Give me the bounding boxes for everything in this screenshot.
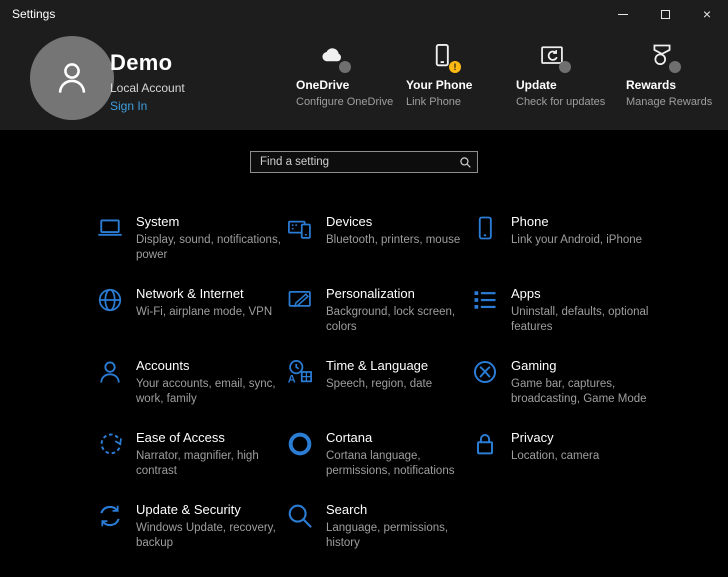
quicklink-rewards[interactable]: Rewards Manage Rewards xyxy=(626,42,728,108)
minimize-button[interactable] xyxy=(602,0,644,28)
close-button[interactable]: × xyxy=(686,0,728,28)
category-system[interactable]: System Display, sound, notifications, po… xyxy=(96,212,286,284)
window-controls: × xyxy=(602,0,728,28)
category-phone[interactable]: Phone Link your Android, iPhone xyxy=(471,212,671,284)
category-subtitle: Link your Android, iPhone xyxy=(511,233,663,248)
refresh-icon xyxy=(96,502,124,530)
globe-icon xyxy=(96,286,124,314)
category-label: Cortana xyxy=(326,430,471,445)
category-label: Phone xyxy=(511,214,663,229)
phone-icon: ! xyxy=(428,42,458,72)
category-subtitle: Game bar, captures, broadcasting, Game M… xyxy=(511,377,663,407)
ease-of-access-icon xyxy=(96,430,124,458)
header-band: Settings × Demo Local Account Sign In xyxy=(0,0,728,130)
minimize-icon xyxy=(618,14,628,15)
category-subtitle: Speech, region, date xyxy=(326,377,471,392)
update-refresh-icon xyxy=(538,42,568,72)
settings-categories: System Display, sound, notifications, po… xyxy=(96,212,671,572)
maximize-button[interactable] xyxy=(644,0,686,28)
category-label: Time & Language xyxy=(326,358,471,373)
category-subtitle: Background, lock screen, colors xyxy=(326,305,471,335)
close-icon: × xyxy=(703,7,711,21)
settings-window: Settings × Demo Local Account Sign In xyxy=(0,0,728,577)
category-devices[interactable]: Devices Bluetooth, printers, mouse xyxy=(286,212,471,284)
medal-icon xyxy=(648,42,678,72)
category-subtitle: Uninstall, defaults, optional features xyxy=(511,305,663,335)
category-subtitle: Display, sound, notifications, power xyxy=(136,233,286,263)
update-status-badge xyxy=(559,61,571,73)
category-time-language[interactable]: A Time & Language Speech, region, date xyxy=(286,356,471,428)
category-gaming[interactable]: Gaming Game bar, captures, broadcasting,… xyxy=(471,356,671,428)
quicklink-label: Update xyxy=(516,78,624,92)
category-label: Search xyxy=(326,502,471,517)
quicklink-label: OneDrive xyxy=(296,78,404,92)
category-subtitle: Your accounts, email, sync, work, family xyxy=(136,377,286,407)
svg-text:A: A xyxy=(288,374,296,386)
quicklink-label: Rewards xyxy=(626,78,728,92)
quicklink-subtitle: Configure OneDrive xyxy=(296,96,404,108)
category-privacy[interactable]: Privacy Location, camera xyxy=(471,428,671,500)
personalization-icon xyxy=(286,286,314,314)
category-apps[interactable]: Apps Uninstall, defaults, optional featu… xyxy=(471,284,671,356)
search-input[interactable] xyxy=(251,156,455,168)
quick-links: OneDrive Configure OneDrive ! Your Phone… xyxy=(296,42,728,108)
category-subtitle: Wi-Fi, airplane mode, VPN xyxy=(136,305,286,320)
maximize-icon xyxy=(661,10,670,19)
category-subtitle: Location, camera xyxy=(511,449,663,464)
cortana-ring-icon xyxy=(286,430,314,458)
quicklink-update[interactable]: Update Check for updates xyxy=(516,42,624,108)
user-name: Demo xyxy=(110,50,185,76)
category-network-internet[interactable]: Network & Internet Wi-Fi, airplane mode,… xyxy=(96,284,286,356)
category-label: Update & Security xyxy=(136,502,286,517)
user-block: Demo Local Account Sign In xyxy=(110,50,185,113)
account-type: Local Account xyxy=(110,81,185,95)
apps-list-icon xyxy=(471,286,499,314)
category-label: System xyxy=(136,214,286,229)
category-subtitle: Language, permissions, history xyxy=(326,521,471,551)
xbox-icon xyxy=(471,358,499,386)
category-label: Privacy xyxy=(511,430,663,445)
category-search[interactable]: Search Language, permissions, history xyxy=(286,500,471,572)
category-subtitle: Cortana language, permissions, notificat… xyxy=(326,449,471,479)
quicklink-subtitle: Check for updates xyxy=(516,96,624,108)
category-subtitle: Windows Update, recovery, backup xyxy=(136,521,286,551)
quicklink-subtitle: Manage Rewards xyxy=(626,96,728,108)
lock-icon xyxy=(471,430,499,458)
category-label: Devices xyxy=(326,214,471,229)
quicklink-subtitle: Link Phone xyxy=(406,96,514,108)
phone-icon xyxy=(471,214,499,242)
rewards-status-badge xyxy=(669,61,681,73)
category-cortana[interactable]: Cortana Cortana language, permissions, n… xyxy=(286,428,471,500)
category-label: Apps xyxy=(511,286,663,301)
person-icon xyxy=(96,358,124,386)
sign-in-link[interactable]: Sign In xyxy=(110,99,185,113)
category-personalization[interactable]: Personalization Background, lock screen,… xyxy=(286,284,471,356)
search-icon xyxy=(286,502,314,530)
your-phone-alert-badge: ! xyxy=(449,61,461,73)
devices-icon xyxy=(286,214,314,242)
search-box xyxy=(250,151,478,173)
category-subtitle: Narrator, magnifier, high contrast xyxy=(136,449,286,479)
category-label: Ease of Access xyxy=(136,430,286,445)
quicklink-your-phone[interactable]: ! Your Phone Link Phone xyxy=(406,42,514,108)
category-ease-of-access[interactable]: Ease of Access Narrator, magnifier, high… xyxy=(96,428,286,500)
laptop-icon xyxy=(96,214,124,242)
category-subtitle: Bluetooth, printers, mouse xyxy=(326,233,471,248)
window-title: Settings xyxy=(12,7,55,21)
onedrive-status-badge xyxy=(339,61,351,73)
search-icon[interactable] xyxy=(455,153,475,171)
category-accounts[interactable]: Accounts Your accounts, email, sync, wor… xyxy=(96,356,286,428)
category-label: Network & Internet xyxy=(136,286,286,301)
onedrive-cloud-icon xyxy=(318,42,348,72)
category-label: Gaming xyxy=(511,358,663,373)
category-label: Personalization xyxy=(326,286,471,301)
quicklink-onedrive[interactable]: OneDrive Configure OneDrive xyxy=(296,42,404,108)
titlebar: Settings × xyxy=(0,0,728,28)
person-icon xyxy=(50,56,94,100)
avatar[interactable] xyxy=(30,36,114,120)
clock-language-icon: A xyxy=(286,358,314,386)
category-label: Accounts xyxy=(136,358,286,373)
quicklink-label: Your Phone xyxy=(406,78,514,92)
category-update-security[interactable]: Update & Security Windows Update, recove… xyxy=(96,500,286,572)
